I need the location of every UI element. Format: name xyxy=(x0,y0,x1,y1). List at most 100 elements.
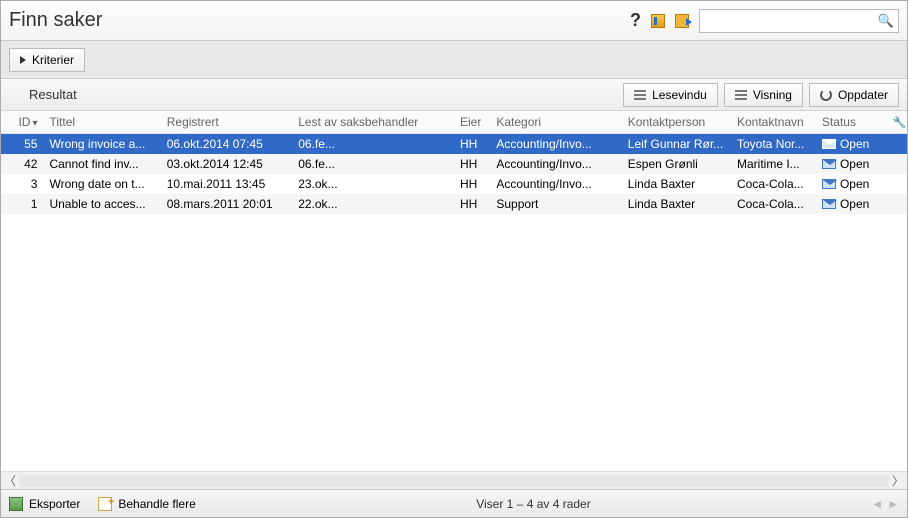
preview-label: Lesevindu xyxy=(652,88,707,102)
cell-owner: HH xyxy=(454,154,490,174)
col-read-by[interactable]: Lest av saksbehandler xyxy=(292,111,454,134)
footer: Eksporter Behandle flere Viser 1 – 4 av … xyxy=(1,489,907,517)
batch-label: Behandle flere xyxy=(118,497,195,511)
status-text: Open xyxy=(840,157,869,171)
cell-contact: Linda Baxter xyxy=(622,194,731,214)
search-box[interactable]: 🔍 xyxy=(699,9,899,33)
scroll-track[interactable] xyxy=(19,475,889,487)
titlebar-actions: ? 🔍 xyxy=(630,9,899,33)
cell-id: 3 xyxy=(1,174,43,194)
criteria-toggle[interactable]: Kriterier xyxy=(9,48,85,72)
table-empty-area xyxy=(1,214,907,471)
search-input[interactable] xyxy=(700,10,878,32)
criteria-bar: Kriterier xyxy=(1,41,907,79)
col-status[interactable]: Status xyxy=(816,111,887,134)
export-label: Eksporter xyxy=(29,497,80,511)
cell-owner: HH xyxy=(454,174,490,194)
cell-owner: HH xyxy=(454,134,490,155)
table-header-row: ID▾ Tittel Registrert Lest av saksbehand… xyxy=(1,111,907,134)
mail-icon xyxy=(822,139,836,149)
sort-desc-icon: ▾ xyxy=(32,118,37,129)
cell-title: Wrong date on t... xyxy=(43,174,160,194)
cell-registered: 03.okt.2014 12:45 xyxy=(161,154,292,174)
batch-button[interactable]: Behandle flere xyxy=(98,497,195,511)
cell-title: Cannot find inv... xyxy=(43,154,160,174)
cell-id: 42 xyxy=(1,154,43,174)
footer-nav: ◄ ► xyxy=(871,497,899,511)
criteria-label: Kriterier xyxy=(32,53,74,67)
cell-registered: 10.mai.2011 13:45 xyxy=(161,174,292,194)
help-icon[interactable]: ? xyxy=(630,10,641,31)
scroll-left-icon[interactable]: 〈 xyxy=(1,472,19,489)
cell-contact-name: Coca-Cola... xyxy=(731,174,816,194)
cell-contact-name: Coca-Cola... xyxy=(731,194,816,214)
mail-icon xyxy=(822,179,836,189)
cell-status: Open xyxy=(816,134,887,155)
cell-title: Wrong invoice a... xyxy=(43,134,160,155)
cell-category: Accounting/Invo... xyxy=(490,134,621,155)
mail-icon xyxy=(822,199,836,209)
col-settings[interactable] xyxy=(887,111,907,134)
cell-contact: Espen Grønli xyxy=(622,154,731,174)
cell-read-by: 06.fe... xyxy=(292,134,454,155)
result-header: Resultat Lesevindu Visning Oppdater xyxy=(1,79,907,111)
horizontal-scrollbar[interactable]: 〈 〉 xyxy=(1,471,907,489)
titlebar: Finn saker ? 🔍 xyxy=(1,1,907,41)
cell-contact-name: Toyota Nor... xyxy=(731,134,816,155)
footer-status: Viser 1 – 4 av 4 rader xyxy=(214,497,853,511)
cell-status: Open xyxy=(816,194,887,214)
cell-registered: 08.mars.2011 20:01 xyxy=(161,194,292,214)
cell-owner: HH xyxy=(454,194,490,214)
refresh-button[interactable]: Oppdater xyxy=(809,83,899,107)
status-text: Open xyxy=(840,197,869,211)
view-icon xyxy=(735,90,747,100)
cell-contact: Linda Baxter xyxy=(622,174,731,194)
cell-status: Open xyxy=(816,174,887,194)
page-title: Finn saker xyxy=(9,9,630,32)
table-row[interactable]: 1Unable to acces...08.mars.2011 20:0122.… xyxy=(1,194,907,214)
col-registered[interactable]: Registrert xyxy=(161,111,292,134)
view-button[interactable]: Visning xyxy=(724,83,803,107)
col-contact-name[interactable]: Kontaktnavn xyxy=(731,111,816,134)
cell-category: Support xyxy=(490,194,621,214)
wrench-icon xyxy=(893,115,907,129)
expand-icon xyxy=(20,56,26,64)
col-id[interactable]: ID▾ xyxy=(1,111,43,134)
refresh-icon xyxy=(820,89,832,101)
refresh-label: Oppdater xyxy=(838,88,888,102)
col-category[interactable]: Kategori xyxy=(490,111,621,134)
cell-id: 1 xyxy=(1,194,43,214)
cell-read-by: 23.ok... xyxy=(292,174,454,194)
nav-prev-icon[interactable]: ◄ xyxy=(871,497,883,511)
view-label: Visning xyxy=(753,88,792,102)
cell-title: Unable to acces... xyxy=(43,194,160,214)
col-owner[interactable]: Eier xyxy=(454,111,490,134)
cell-blank xyxy=(887,194,907,214)
batch-icon xyxy=(98,497,112,511)
table-row[interactable]: 3Wrong date on t...10.mai.2011 13:4523.o… xyxy=(1,174,907,194)
cell-blank xyxy=(887,134,907,155)
preview-button[interactable]: Lesevindu xyxy=(623,83,718,107)
preview-icon xyxy=(634,90,646,100)
mail-icon xyxy=(822,159,836,169)
nav-next-icon[interactable]: ► xyxy=(887,497,899,511)
table-row[interactable]: 42Cannot find inv...03.okt.2014 12:4506.… xyxy=(1,154,907,174)
result-label: Resultat xyxy=(29,87,77,102)
status-text: Open xyxy=(840,177,869,191)
export-button[interactable]: Eksporter xyxy=(9,497,80,511)
cell-read-by: 22.ok... xyxy=(292,194,454,214)
cell-id: 55 xyxy=(1,134,43,155)
cell-read-by: 06.fe... xyxy=(292,154,454,174)
col-title[interactable]: Tittel xyxy=(43,111,160,134)
col-contact[interactable]: Kontaktperson xyxy=(622,111,731,134)
card-icon[interactable] xyxy=(651,14,665,28)
search-icon[interactable]: 🔍 xyxy=(878,13,894,29)
export-icon xyxy=(9,497,23,511)
exit-icon[interactable] xyxy=(675,14,689,28)
cell-contact-name: Maritime I... xyxy=(731,154,816,174)
table-row[interactable]: 55Wrong invoice a...06.okt.2014 07:4506.… xyxy=(1,134,907,155)
cell-contact: Leif Gunnar Rør... xyxy=(622,134,731,155)
scroll-right-icon[interactable]: 〉 xyxy=(889,472,907,489)
table-area: ID▾ Tittel Registrert Lest av saksbehand… xyxy=(1,111,907,489)
status-text: Open xyxy=(840,137,869,151)
